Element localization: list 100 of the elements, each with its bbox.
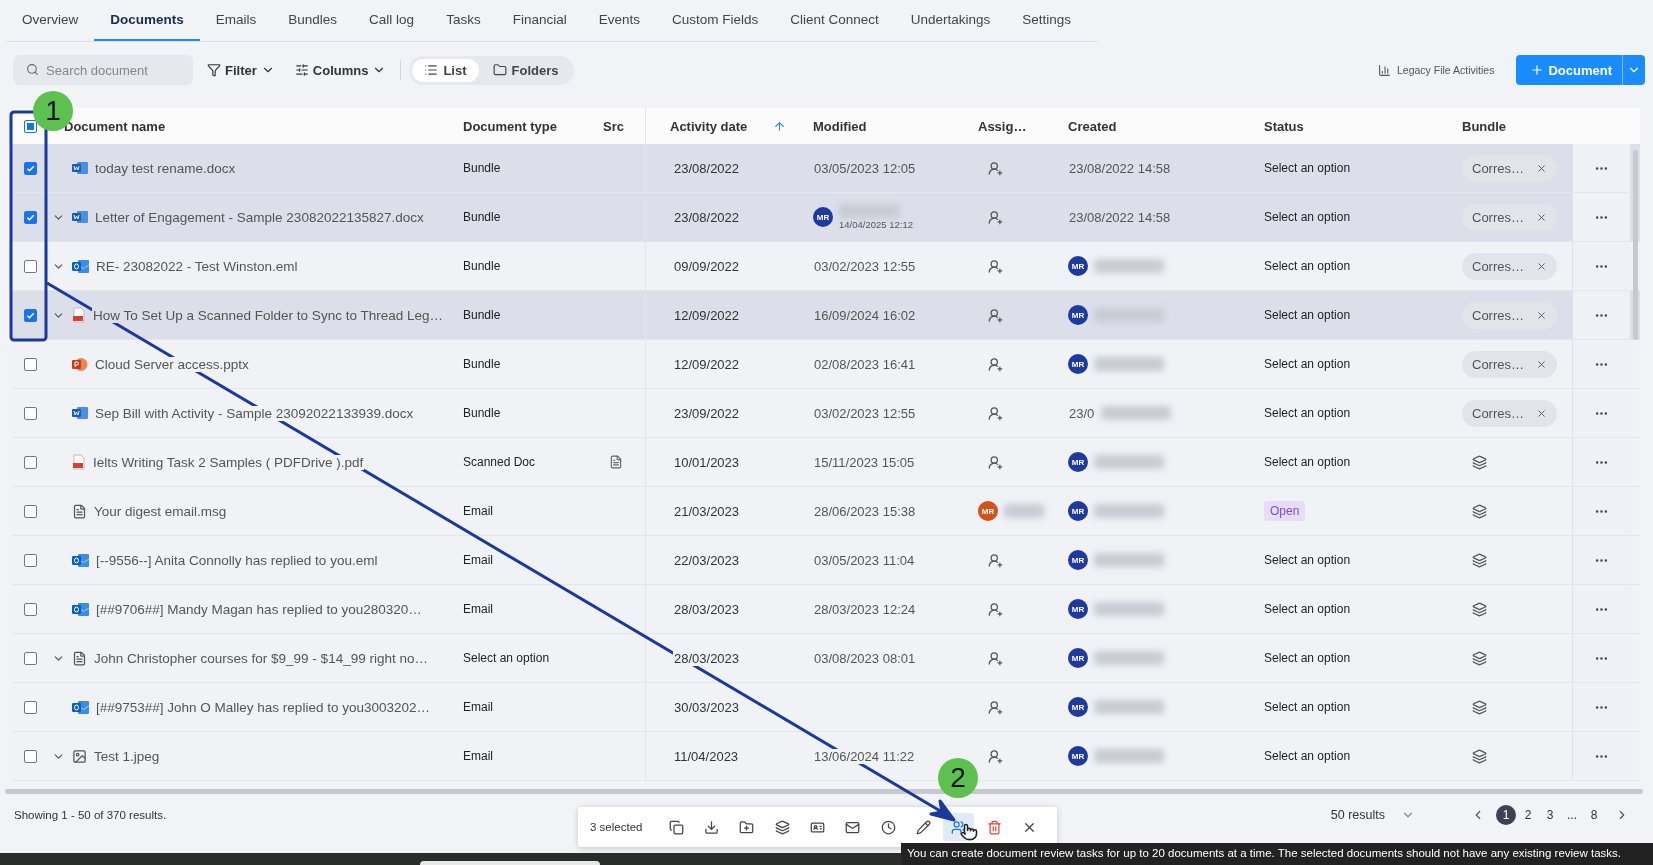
row-checkbox[interactable] [24,357,37,371]
table-row[interactable]: Letter of Engagement - Sample 23082022135827.docx Bundle 23/08/2022 MR 14/04/2025 12:12 23/08/2022 14:58 Select an option Corres… [12,193,1640,242]
status-select[interactable]: Select an option [1264,406,1351,420]
column-header[interactable]: Bundle [1462,118,1507,134]
assign-user-icon[interactable] [988,650,1003,666]
status-select[interactable]: Select an option [1264,455,1351,469]
bundle-chip[interactable]: Corres… [1462,399,1557,427]
scrollbar[interactable] [5,789,1643,794]
document-name[interactable]: Sep Bill with Activity - Sample 23092022133939.docx [94,405,415,421]
tab[interactable]: Undertakings [894,0,1007,41]
bundle-chip[interactable]: Corres… [1462,203,1557,231]
layers-icon[interactable] [1472,699,1487,715]
view-tab[interactable]: Folders [480,58,571,82]
select-all-checkbox[interactable] [24,119,37,133]
filter-button[interactable]: Filter [201,56,281,84]
row-checkbox[interactable] [24,749,37,763]
row-checkbox[interactable] [24,455,37,469]
tab[interactable]: Settings [1006,0,1088,41]
table-row[interactable]: today test rename.docx Bundle 23/08/2022 03/05/2023 12:05 23/08/2022 14:58 Select an option Corres… [12,144,1640,193]
remove-icon[interactable] [1536,358,1547,370]
assign-user-icon[interactable] [988,160,1003,176]
search-field[interactable]: Search document [13,55,193,85]
document-name[interactable]: Ielts Writing Task 2 Samples ( PDFDrive ).pdf [92,454,365,470]
document-name[interactable]: How To Set Up a Scanned Folder to Sync to Thread Leg… [92,307,444,323]
page-button[interactable]: 1 [1496,805,1516,825]
view-tab[interactable]: List [412,58,479,82]
tab[interactable]: Tasks [430,0,497,41]
row-checkbox[interactable] [24,700,37,714]
assign-user-icon[interactable] [988,307,1003,323]
table-row[interactable]: Your digest email.msg Email 21/03/2023 28/06/2023 15:38 MR MR Open [12,487,1640,536]
table-row[interactable]: Cloud Server access.pptx Bundle 12/09/2022 02/08/2023 16:41 MR Select an option Corres… [12,340,1640,389]
table-row[interactable]: [##9706##] Mandy Magan has replied to you280320… Email 28/03/2023 28/03/2023 12:24 MR Select an option [12,585,1640,634]
tab[interactable]: Call log [353,0,431,41]
status-select[interactable]: Select an option [1264,651,1351,665]
table-row[interactable]: [--9556--] Anita Connolly has replied to you.eml Email 22/03/2023 03/05/2023 11:04 MR Select an option [12,536,1640,585]
tab[interactable]: Client Connect [774,0,895,41]
legacy-activities-link[interactable]: Legacy File Activities [1377,63,1495,77]
remove-icon[interactable] [1536,309,1547,321]
status-select[interactable]: Select an option [1264,308,1351,322]
assign-user-icon[interactable] [988,405,1003,421]
column-header[interactable]: Assig… [978,118,1027,134]
status-select[interactable]: Select an option [1264,700,1351,714]
table-row[interactable]: Ielts Writing Task 2 Samples ( PDFDrive ).pdf Scanned Doc 10/01/2023 15/11/2023 15:05 MR Select an option [12,438,1640,487]
layers-icon[interactable] [1472,601,1487,617]
page-size-select[interactable]: 50 results [1324,807,1421,823]
status-select[interactable]: Select an option [1264,357,1351,371]
bundle-chip[interactable]: Corres… [1462,252,1557,280]
layers-icon[interactable] [1472,650,1487,666]
row-checkbox[interactable] [24,406,37,420]
remove-icon[interactable] [1536,260,1547,272]
table-row[interactable]: RE- 23082022 - Test Winston.eml Bundle 09/09/2022 03/02/2023 12:55 MR Select an option Corres… [12,242,1640,291]
status-select[interactable]: Select an option [1264,602,1351,616]
column-header[interactable]: Document type [463,118,557,134]
page-button[interactable]: 8 [1584,805,1604,825]
layers-icon[interactable] [1472,503,1487,519]
bundle-chip[interactable]: Corres… [1462,154,1557,182]
assign-user-icon[interactable] [988,601,1003,617]
row-checkbox[interactable] [24,161,37,175]
row-checkbox[interactable] [24,308,37,322]
table-row[interactable]: John Christopher courses for $9_99 - $14_99 right no… Select an option 28/03/2023 03/08/2023 08:01 MR Select an option [12,634,1640,683]
table-row[interactable]: Sep Bill with Activity - Sample 23092022133939.docx Bundle 23/09/2022 03/02/2023 12:55 23/0 Select an option Corres… [12,389,1640,438]
layers-icon[interactable] [1472,454,1487,470]
assign-user-icon[interactable] [988,209,1003,225]
column-header[interactable]: Document name [64,118,166,134]
status-select[interactable]: Select an option [1264,259,1351,273]
table-row[interactable]: How To Set Up a Scanned Folder to Sync to Thread Leg… Bundle 12/09/2022 16/09/2024 16:02 MR Select an option Corres… [12,291,1640,340]
bundle-chip[interactable]: Corres… [1462,350,1557,378]
layers-icon[interactable] [1472,748,1487,764]
column-header[interactable]: Src [603,118,624,134]
tab[interactable]: Documents [94,0,200,41]
layers-icon[interactable] [1472,552,1487,568]
row-checkbox[interactable] [24,210,37,224]
scrollbar[interactable] [1633,150,1638,340]
page-button[interactable]: 3 [1540,805,1560,825]
bundle-chip[interactable]: Corres… [1462,301,1557,329]
column-header[interactable]: Created [1068,118,1117,134]
tab[interactable]: Financial [496,0,583,41]
column-header[interactable]: Activity date [670,118,748,134]
status-select[interactable]: Select an option [1264,749,1351,763]
row-checkbox[interactable] [24,553,37,567]
remove-icon[interactable] [1536,407,1547,419]
tab[interactable]: Bundles [272,0,354,41]
row-checkbox[interactable] [24,651,37,665]
row-checkbox[interactable] [24,259,37,273]
assign-user-icon[interactable] [988,748,1003,764]
remove-icon[interactable] [1536,211,1547,223]
page-button[interactable]: 2 [1518,805,1538,825]
status-select[interactable]: Select an option [1264,553,1351,567]
row-checkbox[interactable] [24,602,37,616]
assign-user-icon[interactable] [988,552,1003,568]
assign-user-icon[interactable] [988,699,1003,715]
column-header[interactable]: Status [1264,118,1304,134]
status-select[interactable]: Select an option [1264,210,1351,224]
column-header[interactable]: Modified [813,118,867,134]
assign-user-icon[interactable] [988,258,1003,274]
page-button[interactable]: ... [1562,805,1582,825]
sort-arrow-icon[interactable] [773,119,787,133]
table-row[interactable]: [##9753##] John O Malley has replied to you3003202… Email 30/03/2023 MR Select an option [12,683,1640,732]
row-checkbox[interactable] [24,504,37,518]
tab[interactable]: Custom Fields [655,0,775,41]
